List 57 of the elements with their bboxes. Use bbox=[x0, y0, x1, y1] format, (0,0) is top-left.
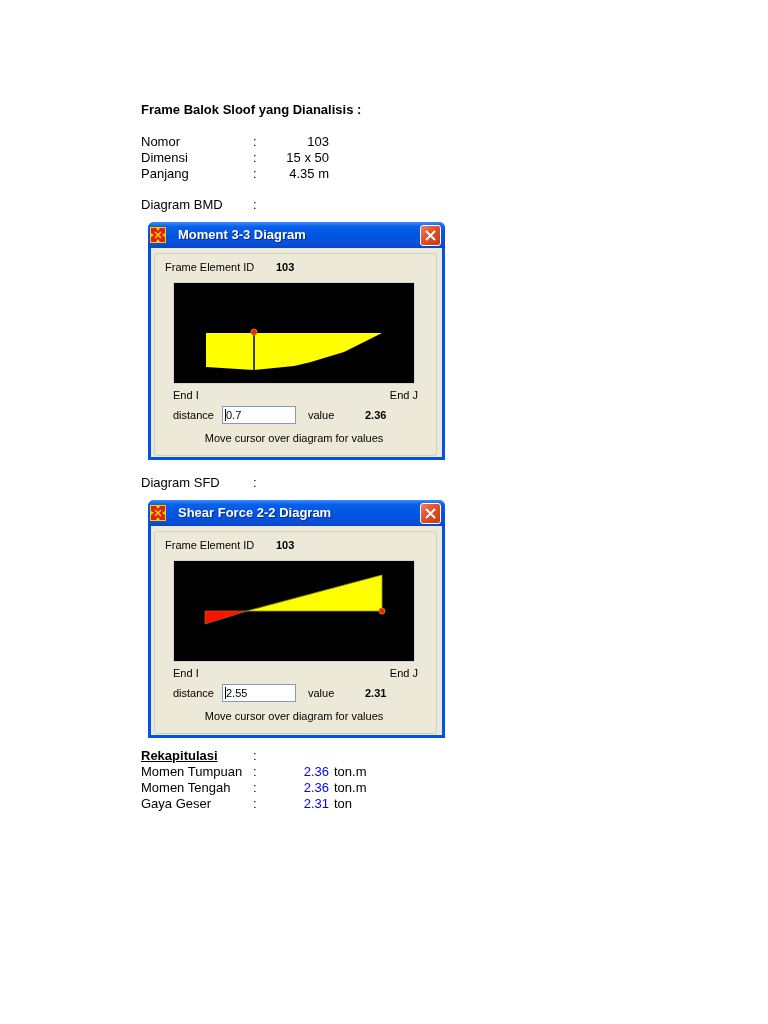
summary-label: Gaya Geser bbox=[141, 796, 212, 812]
field-label: distance bbox=[173, 686, 215, 700]
field-label: Frame Element ID bbox=[165, 260, 256, 274]
field-label: distance bbox=[173, 408, 215, 422]
end-label: End J bbox=[389, 666, 418, 680]
summary-heading: Rekapitulasi bbox=[141, 748, 218, 764]
app-icon bbox=[150, 227, 166, 243]
close-button[interactable] bbox=[420, 502, 441, 524]
value-readout: 2.36 bbox=[365, 408, 387, 422]
element-id: 103 bbox=[276, 538, 295, 552]
field-label: value bbox=[308, 408, 336, 422]
property-label: Dimensi bbox=[141, 150, 188, 166]
unit-label: ton.m bbox=[333, 764, 367, 780]
element-id: 103 bbox=[276, 260, 295, 274]
hint-text: Move cursor over diagram for values bbox=[204, 710, 384, 722]
property-value: 103 bbox=[307, 134, 329, 150]
colon: : bbox=[253, 197, 257, 213]
close-button[interactable] bbox=[420, 224, 441, 246]
distance-field[interactable]: 2.55 bbox=[222, 684, 296, 702]
summary-value: 2.36 bbox=[303, 780, 329, 796]
property-value: 15 x 50 bbox=[286, 150, 329, 166]
window-title: Shear Force 2-2 Diagram bbox=[178, 505, 332, 521]
section-label: Diagram BMD bbox=[141, 197, 223, 213]
colon: : bbox=[253, 764, 257, 780]
cursor-marker-icon bbox=[250, 328, 258, 336]
section-label: Diagram SFD bbox=[141, 475, 220, 491]
colon: : bbox=[253, 134, 257, 150]
field-label: value bbox=[308, 686, 336, 700]
colon: : bbox=[253, 780, 257, 796]
hint-text: Move cursor over diagram for values bbox=[204, 432, 384, 444]
distance-field[interactable]: 0.7 bbox=[222, 406, 296, 424]
end-label: End J bbox=[389, 388, 418, 402]
property-label: Nomor bbox=[141, 134, 180, 150]
close-icon bbox=[425, 229, 436, 241]
close-icon bbox=[425, 507, 436, 519]
unit-label: ton bbox=[333, 796, 353, 812]
colon: : bbox=[253, 150, 257, 166]
colon: : bbox=[253, 166, 257, 182]
summary-value: 2.36 bbox=[303, 764, 329, 780]
summary-label: Momen Tengah bbox=[141, 780, 231, 796]
field-label: Frame Element ID bbox=[165, 538, 256, 552]
end-label: End I bbox=[173, 666, 199, 680]
cursor-marker-icon bbox=[378, 607, 386, 615]
summary-label: Momen Tumpuan bbox=[141, 764, 243, 780]
negative-shear-shape bbox=[204, 610, 248, 625]
unit-label: ton.m bbox=[333, 780, 367, 796]
colon: : bbox=[253, 796, 257, 812]
window-title: Moment 3-3 Diagram bbox=[178, 227, 306, 243]
app-icon bbox=[150, 505, 166, 521]
property-label: Panjang bbox=[141, 166, 189, 182]
colon: : bbox=[253, 475, 257, 491]
end-label: End I bbox=[173, 388, 199, 402]
colon: : bbox=[253, 748, 257, 764]
summary-value: 2.31 bbox=[303, 796, 329, 812]
value-readout: 2.31 bbox=[365, 686, 387, 700]
property-value: 4.35 m bbox=[289, 166, 329, 182]
heading: Frame Balok Sloof yang Dianalisis : bbox=[141, 102, 363, 118]
